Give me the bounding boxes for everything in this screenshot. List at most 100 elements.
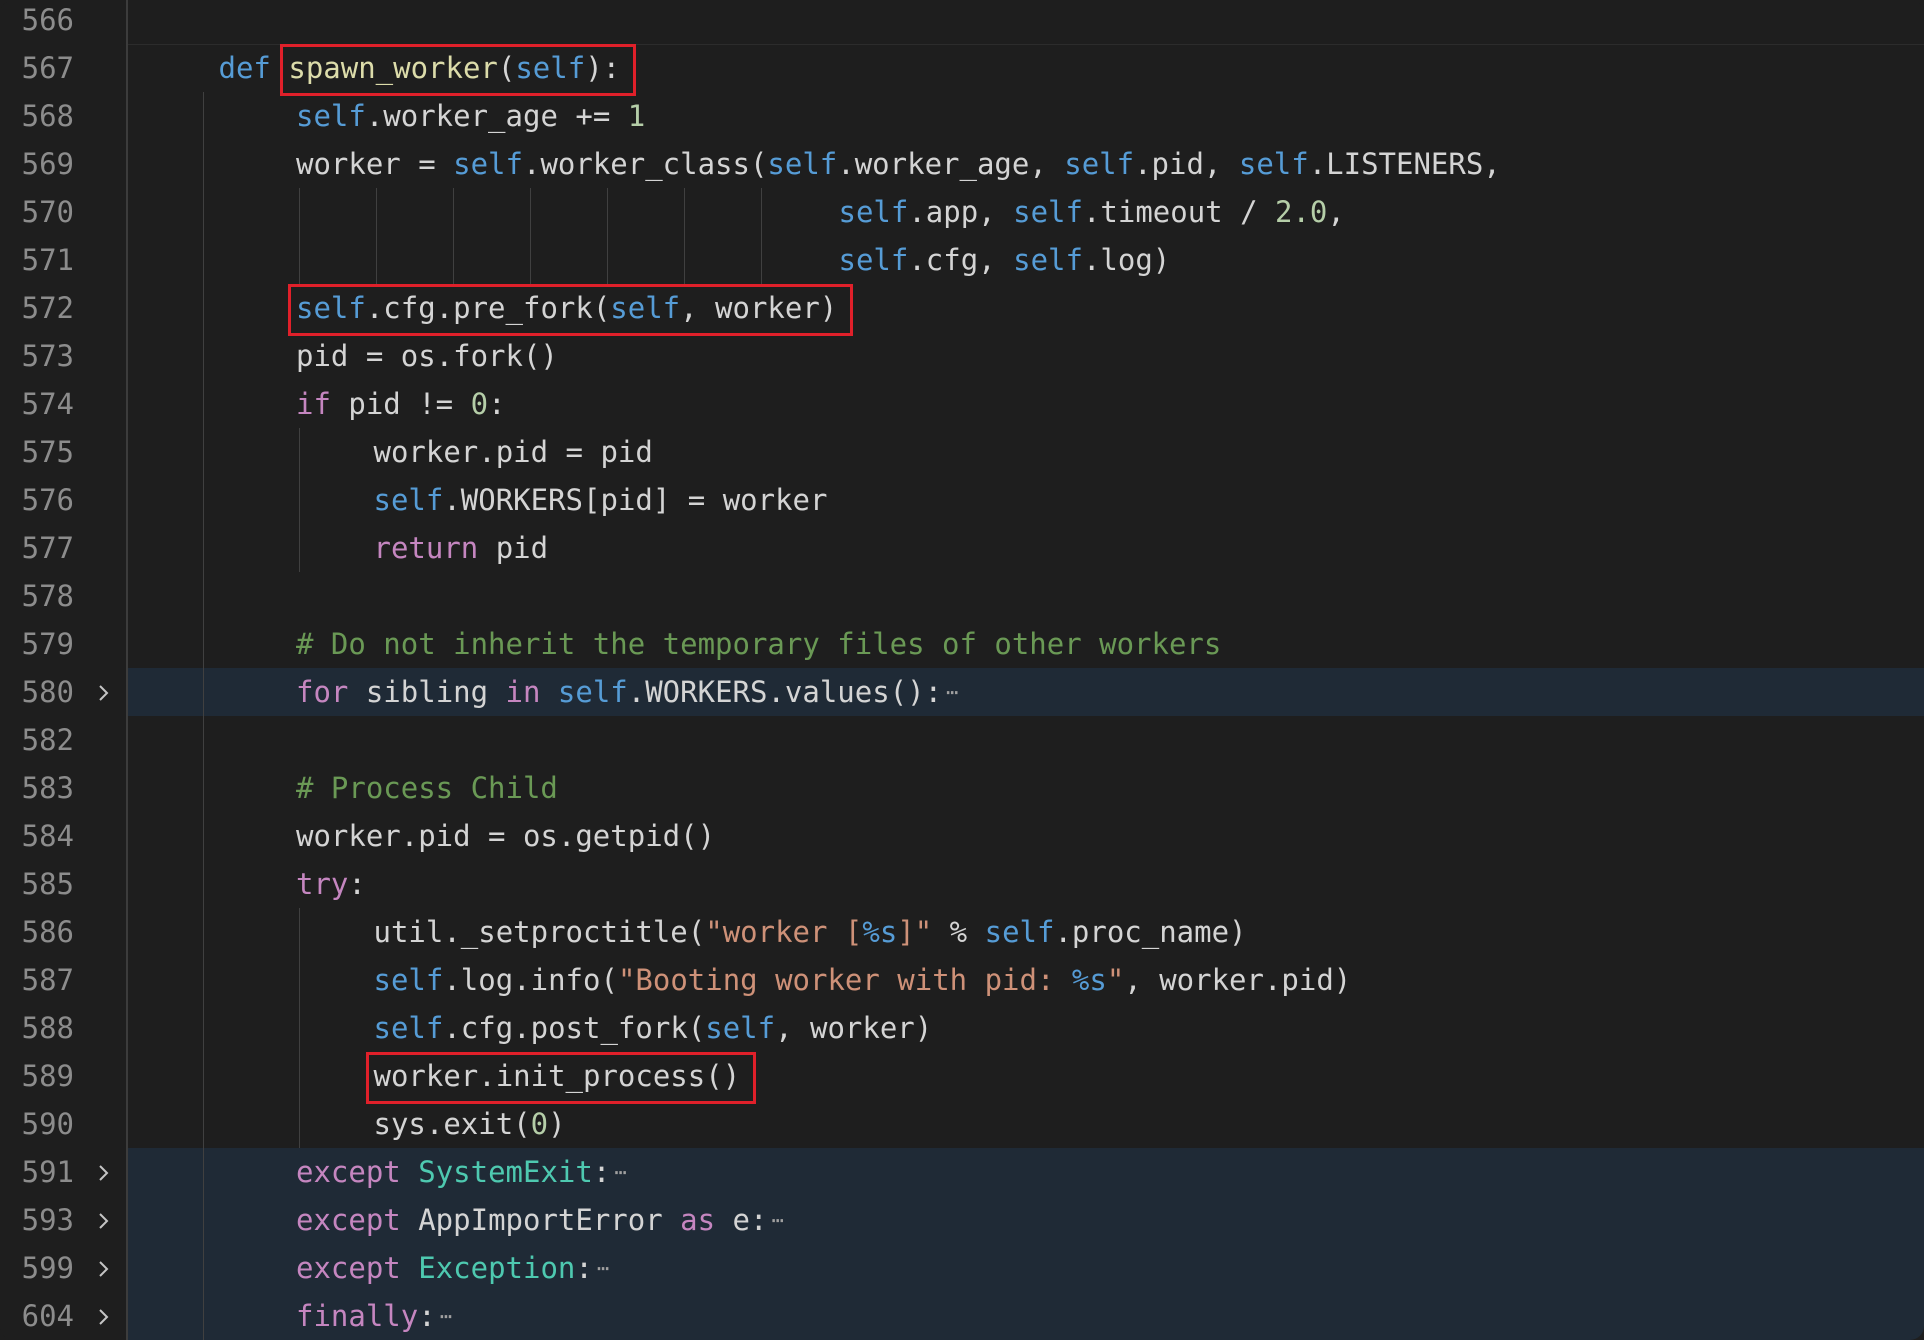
code-token: .proc_name)	[1054, 915, 1247, 949]
code-line[interactable]: 578	[0, 572, 1924, 620]
code-text[interactable]: for sibling in self.WORKERS.values(): ⋯	[296, 668, 958, 716]
line-number: 567	[21, 51, 74, 85]
code-token: return	[373, 531, 479, 565]
code-line[interactable]: 587 self.log.info("Booting worker with pi…	[0, 956, 1924, 1004]
code-text[interactable]: worker.pid = os.getpid()	[296, 812, 715, 860]
chevron-right-icon[interactable]	[92, 1148, 116, 1196]
code-text[interactable]: except AppImportError as e: ⋯	[296, 1196, 783, 1244]
code-token: .log)	[1082, 243, 1171, 277]
code-line[interactable]: 577 return pid	[0, 524, 1924, 572]
code-token: .worker_class(	[522, 147, 768, 181]
code-editor[interactable]: 566 567 def spawn_worker(self): 568 self.wor…	[0, 0, 1924, 1340]
code-token: .worker_age +=	[365, 99, 628, 133]
code-line[interactable]: 586 util._setproctitle("worker [%s]" % se…	[0, 908, 1924, 956]
code-text[interactable]: finally: ⋯	[296, 1292, 452, 1340]
code-line[interactable]: 570 self.app, self.timeout / 2.0,	[0, 188, 1924, 236]
code-line[interactable]: 583 # Process Child	[0, 764, 1924, 812]
code-token: .WORKERS[pid] = worker	[443, 483, 828, 517]
folded-ellipsis-icon[interactable]: ⋯	[946, 668, 958, 716]
code-text[interactable]: worker = self.worker_class(self.worker_a…	[296, 140, 1501, 188]
line-number: 574	[21, 387, 74, 421]
code-text[interactable]: util._setproctitle("worker [%s]" % self.…	[374, 908, 1247, 956]
code-text[interactable]: self.app, self.timeout / 2.0,	[839, 188, 1345, 236]
code-text[interactable]: try:	[296, 860, 366, 908]
line-number: 566	[21, 3, 74, 37]
code-line[interactable]: 584 worker.pid = os.getpid()	[0, 812, 1924, 860]
line-number: 599	[21, 1251, 74, 1285]
code-line[interactable]: 569 worker = self.worker_class(self.worke…	[0, 140, 1924, 188]
highlight-pre-fork	[288, 284, 854, 336]
code-text[interactable]: # Do not inherit the temporary files of …	[296, 620, 1221, 668]
line-number: 589	[21, 1059, 74, 1093]
code-line[interactable]: 582	[0, 716, 1924, 764]
line-number: 587	[21, 963, 74, 997]
code-text[interactable]: except SystemExit: ⋯	[296, 1148, 626, 1196]
code-line[interactable]: 571 self.cfg, self.log)	[0, 236, 1924, 284]
code-token: e:	[715, 1203, 768, 1237]
code-text[interactable]: self.cfg.post_fork(self, worker)	[374, 1004, 933, 1052]
line-number: 575	[21, 435, 74, 469]
code-token: , worker.pid)	[1124, 963, 1352, 997]
code-line[interactable]: 579 # Do not inherit the temporary files …	[0, 620, 1924, 668]
code-line[interactable]: 599 except Exception: ⋯	[0, 1244, 1924, 1292]
code-text[interactable]: if pid != 0:	[296, 380, 506, 428]
code-token: except	[296, 1251, 401, 1285]
code-token: "Booting worker with pid:	[617, 963, 1072, 997]
code-line[interactable]: 574 if pid != 0:	[0, 380, 1924, 428]
chevron-right-icon[interactable]	[92, 1292, 116, 1340]
code-line[interactable]: 604 finally: ⋯	[0, 1292, 1924, 1340]
chevron-right-icon[interactable]	[92, 668, 116, 716]
code-line[interactable]: 580 for sibling in self.WORKERS.values():…	[0, 668, 1924, 716]
line-number: 582	[21, 723, 74, 757]
code-token: .cfg,	[908, 243, 1014, 277]
line-number: 573	[21, 339, 74, 373]
code-line[interactable]: 593 except AppImportError as e: ⋯	[0, 1196, 1924, 1244]
line-number: 577	[21, 531, 74, 565]
code-text[interactable]: except Exception: ⋯	[296, 1244, 609, 1292]
chevron-right-icon[interactable]	[92, 1244, 116, 1292]
code-token: try	[296, 867, 349, 901]
code-token: self	[1064, 147, 1135, 181]
code-text[interactable]: # Process Child	[296, 764, 558, 812]
indent-guide	[298, 428, 300, 572]
code-token: 0	[470, 387, 489, 421]
code-text[interactable]: self.WORKERS[pid] = worker	[374, 476, 828, 524]
code-token: util._setproctitle(	[373, 915, 706, 949]
folded-ellipsis-icon[interactable]: ⋯	[771, 1196, 783, 1244]
code-text[interactable]: sys.exit(0)	[374, 1100, 566, 1148]
code-token: # Process Child	[296, 771, 558, 805]
code-line[interactable]: 590 sys.exit(0)	[0, 1100, 1924, 1148]
folded-ellipsis-icon[interactable]: ⋯	[597, 1244, 609, 1292]
code-text[interactable]: worker.pid = pid	[374, 428, 653, 476]
code-line[interactable]: 566	[0, 0, 1924, 44]
code-token: .app,	[908, 195, 1014, 229]
highlight-init-process	[365, 1052, 757, 1104]
code-line[interactable]: 575 worker.pid = pid	[0, 428, 1924, 476]
folded-ellipsis-icon[interactable]: ⋯	[614, 1148, 626, 1196]
code-text[interactable]: pid = os.fork()	[296, 332, 558, 380]
code-text[interactable]: self.cfg, self.log)	[839, 236, 1171, 284]
folded-ellipsis-icon[interactable]: ⋯	[440, 1292, 452, 1340]
code-line[interactable]: 591 except SystemExit: ⋯	[0, 1148, 1924, 1196]
line-number: 593	[21, 1203, 74, 1237]
code-text[interactable]: self.log.info("Booting worker with pid: …	[374, 956, 1352, 1004]
code-line[interactable]: 573 pid = os.fork()	[0, 332, 1924, 380]
code-text[interactable]: self.worker_age += 1	[296, 92, 645, 140]
code-token: self	[705, 1011, 776, 1045]
line-number: 572	[21, 291, 74, 325]
code-line[interactable]: 585 try:	[0, 860, 1924, 908]
code-line[interactable]: 589 worker.init_process()	[0, 1052, 1924, 1100]
indent-guide	[606, 188, 608, 284]
code-token: .worker_age,	[837, 147, 1065, 181]
code-token: self	[296, 99, 366, 133]
code-token: sibling	[348, 675, 506, 709]
code-text[interactable]: return pid	[374, 524, 549, 572]
chevron-right-icon[interactable]	[92, 1196, 116, 1244]
line-number: 580	[21, 675, 74, 709]
code-line[interactable]: 588 self.cfg.post_fork(self, worker)	[0, 1004, 1924, 1052]
code-line[interactable]: 576 self.WORKERS[pid] = worker	[0, 476, 1924, 524]
code-line[interactable]: 568 self.worker_age += 1	[0, 92, 1924, 140]
code-token: in	[505, 675, 541, 709]
indent-guide	[298, 908, 300, 1148]
